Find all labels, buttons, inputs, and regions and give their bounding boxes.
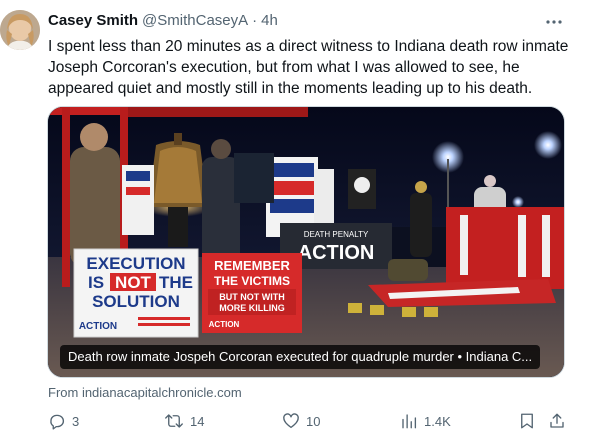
remember-sign-line2: THE VICTIMS <box>214 274 290 288</box>
remember-sign-line4: MORE KILLING <box>219 303 285 313</box>
separator-dot: · <box>252 12 258 29</box>
tweet-media-card[interactable]: DEATH PENALTY ACTION EXECUTION IS NOT TH… <box>47 106 565 378</box>
remember-sign-line3: BUT NOT WITH <box>219 292 285 302</box>
reply-icon <box>50 414 65 430</box>
views-count: 1.4K <box>424 413 451 429</box>
execution-sign: EXECUTION IS NOT THE SOLUTION ACTION <box>73 248 199 338</box>
banner-line2: ACTION <box>298 242 375 264</box>
heart-icon <box>283 413 299 429</box>
media-photo: DEATH PENALTY ACTION EXECUTION IS NOT TH… <box>48 107 564 377</box>
tweet-text: I spent less than 20 minutes as a direct… <box>48 38 569 97</box>
source-link[interactable]: From indianacapitalchronicle.com <box>48 385 242 400</box>
retweet-icon <box>165 414 183 428</box>
remember-sign-brand: ACTION <box>209 320 240 329</box>
tweet-time[interactable]: 4h <box>261 12 278 29</box>
bookmark-icon <box>521 413 533 429</box>
remember-sign: REMEMBER THE VICTIMS BUT NOT WITH MORE K… <box>202 253 302 333</box>
retweet-button[interactable]: 14 <box>164 410 204 432</box>
exec-sign-not: NOT <box>115 273 152 292</box>
share-button[interactable] <box>548 410 566 432</box>
bookmark-button[interactable] <box>518 410 536 432</box>
exec-sign-brand: ACTION <box>79 321 117 332</box>
tweet: Casey Smith @SmithCaseyA · 4h I spent le… <box>0 0 592 443</box>
banner-line1: DEATH PENALTY <box>304 230 369 239</box>
retweet-count: 14 <box>190 413 205 429</box>
like-button[interactable]: 10 <box>282 410 320 432</box>
more-options-button[interactable] <box>542 10 566 34</box>
media-caption[interactable]: Death row inmate Jospeh Corcoran execute… <box>60 345 541 369</box>
remember-sign-line1: REMEMBER <box>214 258 290 273</box>
author-handle[interactable]: @SmithCaseyA <box>142 12 248 29</box>
exec-sign-line1: EXECUTION <box>86 254 185 273</box>
more-icon <box>546 20 562 24</box>
author-name[interactable]: Casey Smith <box>48 12 138 29</box>
exec-sign-is: IS <box>88 273 104 292</box>
bar-chart-icon <box>402 414 417 429</box>
reply-count: 3 <box>72 413 80 429</box>
like-count: 10 <box>306 413 321 429</box>
exec-sign-the: THE <box>159 273 193 292</box>
avatar[interactable] <box>0 10 40 50</box>
tweet-header: Casey Smith @SmithCaseyA · 4h <box>48 12 278 34</box>
reply-button[interactable]: 3 <box>48 410 79 432</box>
exec-sign-line3: SOLUTION <box>92 292 180 311</box>
tweet-actions: 3 14 10 1.4K <box>48 410 568 432</box>
share-icon <box>550 413 564 428</box>
views-button[interactable]: 1.4K <box>400 410 451 432</box>
